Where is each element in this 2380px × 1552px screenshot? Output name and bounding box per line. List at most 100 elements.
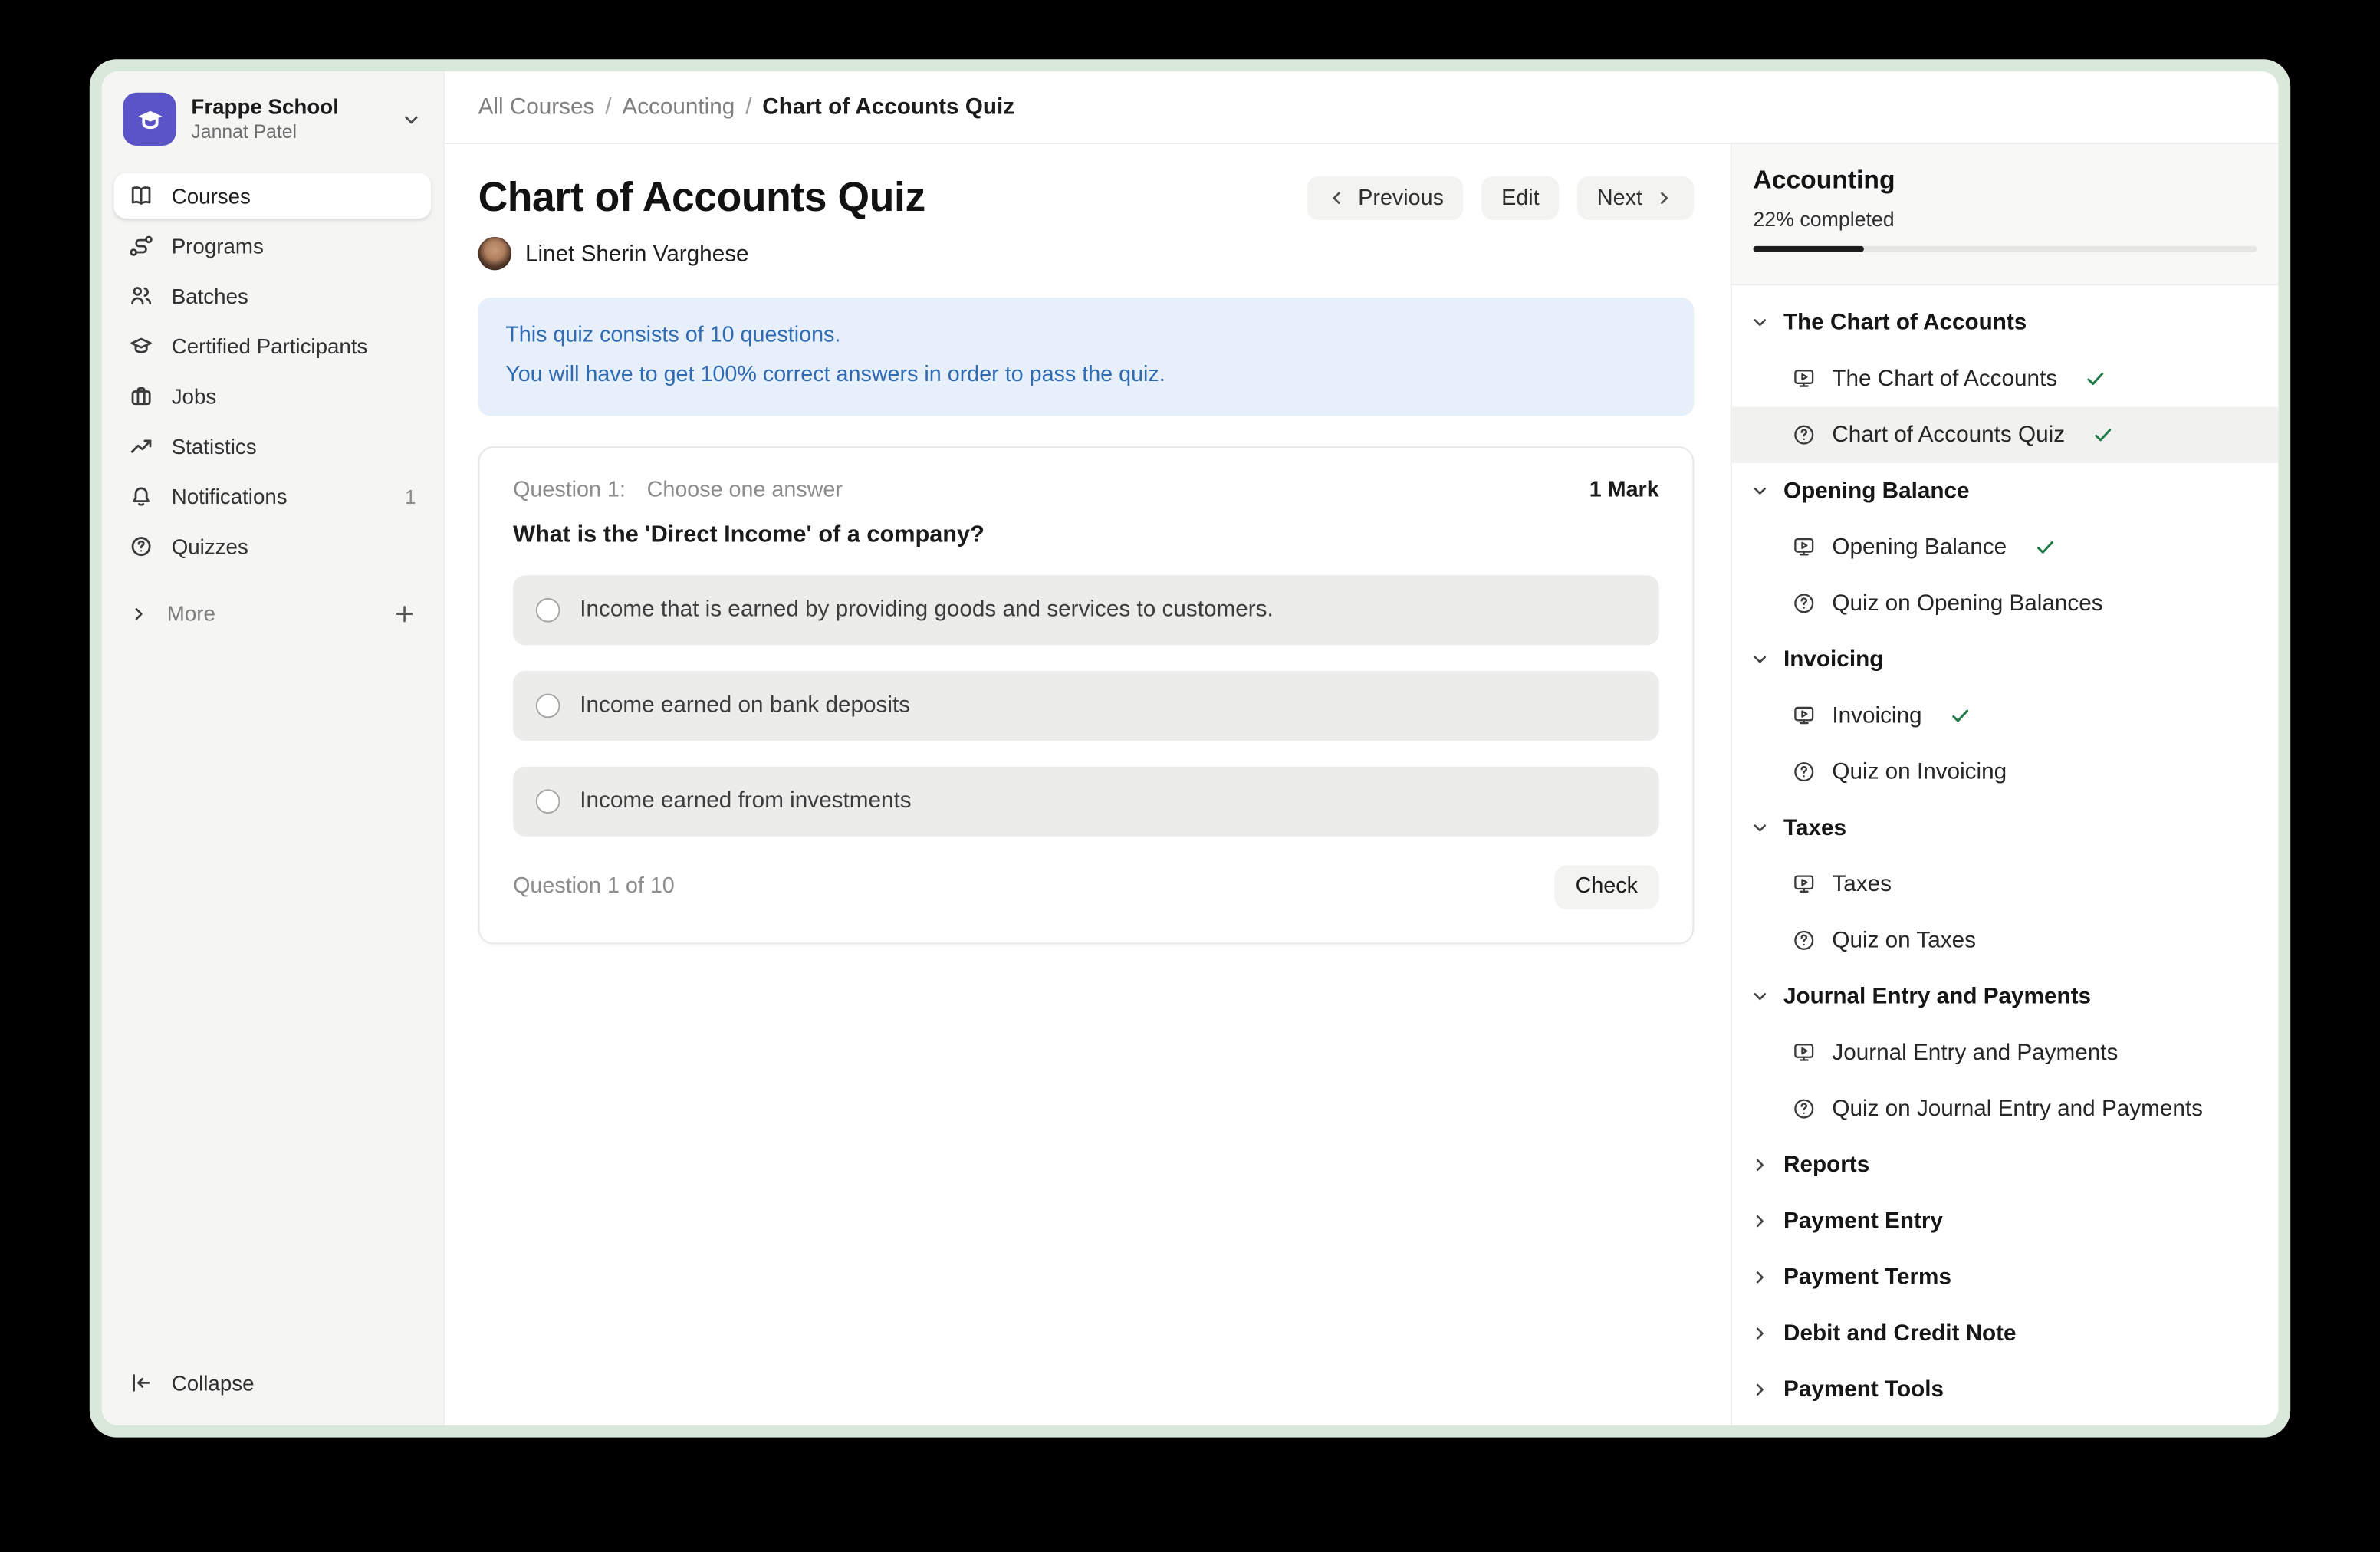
- book-open-icon-wrap: [129, 184, 153, 209]
- chevron-down-icon: [1750, 313, 1770, 333]
- outline-section-journal-entry-and-payments[interactable]: Journal Entry and Payments: [1732, 968, 2279, 1024]
- more-label: More: [167, 601, 215, 626]
- workspace-user: Jannat Patel: [191, 120, 338, 145]
- sidebar-item-label: Programs: [172, 234, 264, 258]
- outline-section-the-chart-of-accounts[interactable]: The Chart of Accounts: [1732, 294, 2279, 350]
- breadcrumb-separator: /: [605, 94, 611, 120]
- outline-section-payment-tools[interactable]: Payment Tools: [1732, 1362, 2279, 1418]
- outline-section-reports[interactable]: Reports: [1732, 1137, 2279, 1193]
- check-icon: [2092, 423, 2115, 446]
- answer-option-label: Income that is earned by providing goods…: [580, 597, 1274, 623]
- outline-item-taxes[interactable]: Taxes: [1732, 856, 2279, 912]
- breadcrumb-link-accounting[interactable]: Accounting: [622, 94, 735, 120]
- bell-icon: [129, 484, 153, 508]
- radio-button[interactable]: [536, 693, 560, 718]
- quiz-notice: This quiz consists of 10 questions. You …: [478, 298, 1695, 416]
- answer-option-1[interactable]: Income that is earned by providing goods…: [513, 574, 1659, 644]
- outline-item-label: Journal Entry and Payments: [1832, 1040, 2118, 1066]
- edit-button[interactable]: Edit: [1481, 176, 1559, 220]
- outline-section-title: Journal Entry and Payments: [1783, 984, 2091, 1010]
- outline-item-label: Taxes: [1832, 871, 1892, 897]
- outline-section-title: Taxes: [1783, 815, 1846, 841]
- lms-app: Frappe School Jannat Patel Courses Progra…: [102, 71, 2279, 1425]
- outline-section-debit-and-credit-note[interactable]: Debit and Credit Note: [1732, 1305, 2279, 1361]
- trend-up-icon-wrap: [129, 434, 153, 459]
- sidebar-item-quizzes[interactable]: Quizzes: [113, 524, 431, 569]
- sidebar-item-batches[interactable]: Batches: [113, 273, 431, 318]
- outline-item-quiz-on-invoicing[interactable]: Quiz on Invoicing: [1732, 744, 2279, 800]
- answer-option-3[interactable]: Income earned from investments: [513, 766, 1659, 836]
- sidebar-item-courses[interactable]: Courses: [113, 173, 431, 219]
- outline-section-invoicing[interactable]: Invoicing: [1732, 632, 2279, 688]
- question-text: What is the 'Direct Income' of a company…: [513, 521, 1659, 549]
- outline-item-invoicing[interactable]: Invoicing: [1732, 688, 2279, 744]
- outline-section-title: Opening Balance: [1783, 478, 1970, 505]
- sidebar-item-label: Batches: [172, 284, 248, 308]
- sidebar-menu: Courses Programs Batches Certified Particip…: [113, 173, 431, 570]
- outline-item-label: Opening Balance: [1832, 534, 2007, 561]
- previous-button[interactable]: Previous: [1307, 176, 1464, 220]
- outline-item-opening-balance[interactable]: Opening Balance: [1732, 519, 2279, 575]
- course-title: Accounting: [1753, 166, 2257, 196]
- collapse-sidebar-button[interactable]: Collapse: [113, 1359, 431, 1407]
- question-footer: Question 1 of 10 Check: [513, 865, 1659, 909]
- outline-section-title: Payment Terms: [1783, 1264, 1951, 1291]
- sidebar-item-label: Statistics: [172, 434, 257, 459]
- next-button[interactable]: Next: [1577, 176, 1694, 220]
- sidebar-item-statistics[interactable]: Statistics: [113, 423, 431, 469]
- chevron-left-icon: [1326, 188, 1346, 208]
- sidebar-item-more[interactable]: More: [113, 590, 431, 636]
- chevron-down-icon: [1750, 987, 1770, 1007]
- sidebar-item-jobs[interactable]: Jobs: [113, 373, 431, 419]
- briefcase-icon: [129, 384, 153, 409]
- sidebar-item-label: Courses: [172, 184, 251, 209]
- collapse-left-icon: [129, 1371, 153, 1396]
- outline-item-quiz-on-opening-balances[interactable]: Quiz on Opening Balances: [1732, 575, 2279, 631]
- flow-icon: [129, 234, 153, 258]
- course-progress-bar: [1753, 246, 2257, 252]
- chevron-down-icon: [401, 109, 422, 130]
- quiz-item-icon-wrap: [1791, 759, 1817, 785]
- page-actions: Previous Edit Next: [1307, 176, 1694, 220]
- sidebar-item-notifications[interactable]: Notifications1: [113, 474, 431, 519]
- sidebar-item-programs[interactable]: Programs: [113, 223, 431, 268]
- chevron-right-icon-wrap: [1750, 1212, 1770, 1231]
- outline-section-title: Payment Tools: [1783, 1376, 1944, 1402]
- video-lesson-icon: [1791, 703, 1817, 729]
- radio-button[interactable]: [536, 789, 560, 814]
- sidebar-item-label: Quizzes: [172, 534, 248, 559]
- page-title: Chart of Accounts Quiz: [478, 175, 925, 222]
- outline-item-the-chart-of-accounts[interactable]: The Chart of Accounts: [1732, 350, 2279, 406]
- outline-item-quiz-on-journal-entry-and-payments[interactable]: Quiz on Journal Entry and Payments: [1732, 1080, 2279, 1136]
- workspace-switcher[interactable]: Frappe School Jannat Patel: [113, 87, 431, 152]
- outline-section-payment-terms[interactable]: Payment Terms: [1732, 1249, 2279, 1305]
- video-lesson-icon-wrap: [1791, 1040, 1817, 1066]
- edit-label: Edit: [1501, 186, 1539, 211]
- outline-section-taxes[interactable]: Taxes: [1732, 800, 2279, 856]
- outline-section-opening-balance[interactable]: Opening Balance: [1732, 463, 2279, 519]
- outline-item-journal-entry-and-payments[interactable]: Journal Entry and Payments: [1732, 1024, 2279, 1080]
- check-icon: [2034, 536, 2057, 559]
- outline-item-chart-of-accounts-quiz[interactable]: Chart of Accounts Quiz: [1732, 407, 2279, 463]
- outline-item-label: Quiz on Journal Entry and Payments: [1832, 1096, 2203, 1122]
- chevron-right-icon: [1750, 1268, 1770, 1287]
- outline-item-label: Quiz on Opening Balances: [1832, 590, 2102, 617]
- author-avatar: [478, 237, 512, 271]
- breadcrumb-link-all-courses[interactable]: All Courses: [478, 94, 595, 120]
- sidebar-item-certified-participants[interactable]: Certified Participants: [113, 324, 431, 369]
- answer-option-2[interactable]: Income earned on bank deposits: [513, 670, 1659, 740]
- check-button[interactable]: Check: [1554, 865, 1659, 909]
- completed-check-icon-wrap: [1949, 705, 1972, 728]
- chevron-down-icon-wrap: [1750, 818, 1770, 838]
- question-number-label: Question 1:: [513, 478, 626, 502]
- plus-icon[interactable]: [393, 602, 416, 625]
- chevron-down-icon-wrap: [1750, 482, 1770, 501]
- quiz-item-icon: [1791, 759, 1817, 785]
- question-marks: 1 Mark: [1589, 478, 1659, 502]
- radio-button[interactable]: [536, 597, 560, 622]
- chevron-right-icon-wrap: [1750, 1323, 1770, 1343]
- briefcase-icon-wrap: [129, 384, 153, 409]
- video-lesson-icon: [1791, 534, 1817, 561]
- outline-section-payment-entry[interactable]: Payment Entry: [1732, 1193, 2279, 1249]
- outline-item-quiz-on-taxes[interactable]: Quiz on Taxes: [1732, 912, 2279, 968]
